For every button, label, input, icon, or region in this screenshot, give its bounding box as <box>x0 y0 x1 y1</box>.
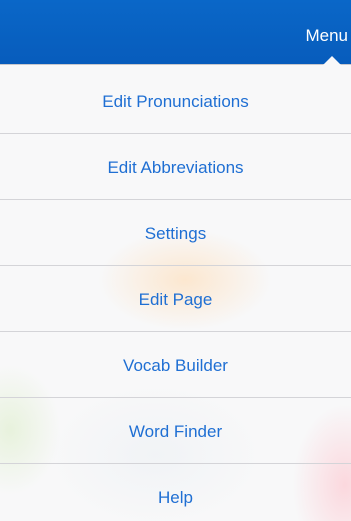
menu-button[interactable]: Menu <box>299 22 351 50</box>
popover-arrow <box>323 56 341 65</box>
app-screen: Menu Edit Pronunciations Edit Abbreviati… <box>0 0 351 521</box>
menu-item-edit-page[interactable]: Edit Page <box>0 266 351 332</box>
menu-item-help[interactable]: Help <box>0 464 351 521</box>
menu-item-word-finder[interactable]: Word Finder <box>0 398 351 464</box>
navigation-bar: Menu <box>0 0 351 64</box>
menu-item-edit-pronunciations[interactable]: Edit Pronunciations <box>0 68 351 134</box>
menu-list: Edit Pronunciations Edit Abbreviations S… <box>0 68 351 521</box>
menu-popover: Edit Pronunciations Edit Abbreviations S… <box>0 64 351 521</box>
menu-item-vocab-builder[interactable]: Vocab Builder <box>0 332 351 398</box>
menu-item-settings[interactable]: Settings <box>0 200 351 266</box>
menu-item-edit-abbreviations[interactable]: Edit Abbreviations <box>0 134 351 200</box>
